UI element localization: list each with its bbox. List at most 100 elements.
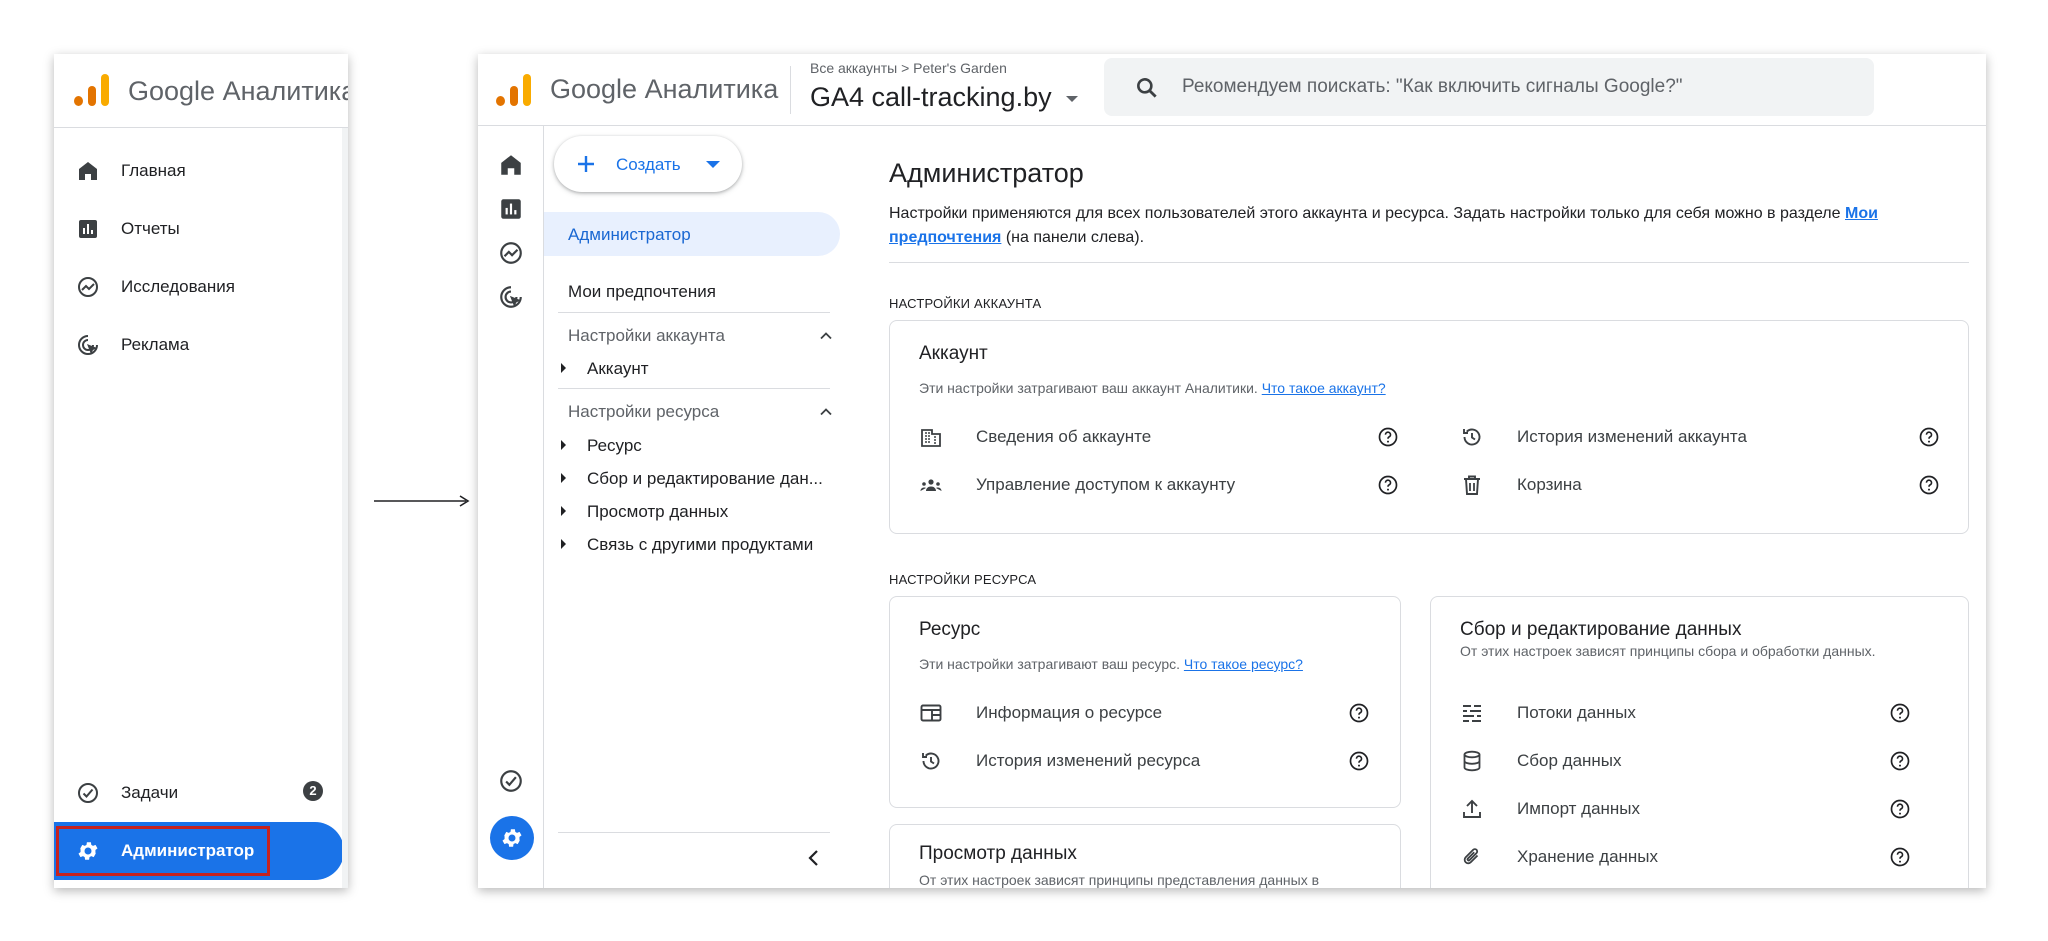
card-title: Ресурс <box>919 619 981 640</box>
card-title: Сбор и редактирование данных <box>1460 619 1742 640</box>
check-circle-icon <box>78 783 98 803</box>
expand-arrow-icon[interactable] <box>561 473 566 483</box>
nav-item-data-display[interactable]: Просмотр данных <box>587 502 728 522</box>
sidebar-item-label: Исследования <box>121 277 235 296</box>
explore-icon[interactable] <box>498 240 524 266</box>
row-label: Сбор данных <box>1517 751 1622 770</box>
help-icon[interactable] <box>1889 846 1911 868</box>
trash-row[interactable]: Корзина <box>1460 465 1940 505</box>
data-import-row[interactable]: Импорт данных <box>1460 789 1950 829</box>
chevron-down-icon[interactable] <box>1066 96 1078 102</box>
header-divider <box>790 66 791 114</box>
nav-section-property[interactable]: Настройки ресурса <box>568 402 719 422</box>
search-bar[interactable]: Рекомендуем поискать: "Как включить сигн… <box>1104 58 1874 116</box>
help-icon[interactable] <box>1348 750 1370 772</box>
row-label: Хранение данных <box>1517 847 1659 866</box>
expand-arrow-icon[interactable] <box>561 363 566 373</box>
create-button-label: Создать <box>616 155 681 174</box>
paperclip-icon <box>1463 848 1479 865</box>
chevron-up-icon[interactable] <box>818 328 834 344</box>
home-icon[interactable] <box>498 152 524 178</box>
trash-icon <box>1464 475 1480 495</box>
chevron-left-icon[interactable] <box>804 848 824 868</box>
analytics-logo-icon <box>74 74 109 106</box>
row-label: Импорт данных <box>1517 799 1641 818</box>
expand-arrow-icon[interactable] <box>561 506 566 516</box>
chevron-up-icon[interactable] <box>818 404 834 420</box>
create-button[interactable]: Создать <box>554 136 742 192</box>
row-label: Сведения об аккаунте <box>976 427 1152 446</box>
card-description: От этих настроек зависят принципы предст… <box>919 872 1320 888</box>
reports-icon <box>79 220 97 238</box>
breadcrumb[interactable]: Все аккаунты > Peter's Garden <box>810 60 1007 76</box>
reports-icon[interactable] <box>498 196 524 222</box>
advertising-icon <box>78 335 98 355</box>
advertising-icon[interactable] <box>498 284 524 310</box>
row-label: Корзина <box>1517 475 1582 494</box>
help-icon[interactable] <box>1377 426 1399 448</box>
property-selector[interactable]: GA4 call-tracking.by <box>810 82 1052 113</box>
gear-icon <box>502 829 522 847</box>
data-collection-card: Сбор и редактирование данных От этих нас… <box>1430 596 1969 888</box>
property-card: Ресурс Эти настройки затрагивают ваш рес… <box>889 596 1401 808</box>
property-info-row[interactable]: Информация о ресурсе <box>919 693 1389 733</box>
help-icon[interactable] <box>1377 474 1399 496</box>
card-description: От этих настроек зависят принципы сбора … <box>1460 643 1876 659</box>
what-is-property-link[interactable]: Что такое ресурс? <box>1184 656 1303 672</box>
intro-suffix: (на панели слева). <box>1005 229 1145 246</box>
nav-item-property[interactable]: Ресурс <box>587 436 642 456</box>
nav-section-account[interactable]: Настройки аккаунта <box>568 326 725 346</box>
sidebar-item-tasks[interactable]: Задачи <box>54 764 344 822</box>
help-icon[interactable] <box>1889 750 1911 772</box>
admin-rail-button[interactable] <box>490 816 534 860</box>
divider <box>889 262 1969 263</box>
nav-item-preferences[interactable]: Мои предпочтения <box>568 282 716 302</box>
nav-rail <box>478 126 544 888</box>
nav-item-product-links[interactable]: Связь с другими продуктами <box>587 535 813 555</box>
check-circle-icon[interactable] <box>498 768 524 794</box>
help-icon[interactable] <box>1889 702 1911 724</box>
caret-down-icon <box>706 161 720 168</box>
expand-arrow-icon[interactable] <box>561 440 566 450</box>
data-collection-row[interactable]: Сбор данных <box>1460 741 1950 781</box>
property-settings-heading: НАСТРОЙКИ РЕСУРСА <box>889 572 1037 587</box>
brand-name: Google Аналитика <box>550 74 779 104</box>
help-icon[interactable] <box>1918 426 1940 448</box>
nav-item-admin[interactable]: Администратор <box>544 212 840 256</box>
property-history-row[interactable]: История изменений ресурса <box>919 741 1389 781</box>
sidebar-item-explore[interactable]: Исследования <box>54 258 344 316</box>
help-icon[interactable] <box>1889 798 1911 820</box>
nav-item-label: Администратор <box>568 225 691 244</box>
building-icon <box>921 429 941 447</box>
what-is-account-link[interactable]: Что такое аккаунт? <box>1262 380 1386 396</box>
people-icon <box>920 479 942 491</box>
sidebar-item-label: Реклама <box>121 335 190 354</box>
analytics-admin-window: Google Аналитика Все аккаунты > Peter's … <box>478 54 1986 888</box>
sidebar-item-advertising[interactable]: Реклама <box>54 316 344 374</box>
data-display-card: Просмотр данных От этих настроек зависят… <box>889 824 1401 888</box>
search-icon <box>1137 78 1157 98</box>
intro-text: Настройки применяются для всех пользоват… <box>889 202 1969 250</box>
card-title: Просмотр данных <box>919 843 1077 864</box>
nav-item-account[interactable]: Аккаунт <box>587 359 649 379</box>
top-app-bar: Google Аналитика Все аккаунты > Peter's … <box>478 54 1986 126</box>
expand-arrow-icon[interactable] <box>561 539 566 549</box>
nav-item-data-collection[interactable]: Сбор и редактирование дан... <box>587 469 823 489</box>
page-title: Администратор <box>889 158 1084 188</box>
highlight-box <box>56 826 270 876</box>
sidebar-item-home[interactable]: Главная <box>54 142 344 200</box>
data-streams-row[interactable]: Потоки данных <box>1460 693 1950 733</box>
nav-divider <box>558 388 830 389</box>
nav-divider <box>558 312 830 313</box>
help-icon[interactable] <box>1348 702 1370 724</box>
account-history-row[interactable]: История изменений аккаунта <box>1460 417 1940 457</box>
help-icon[interactable] <box>1918 474 1940 496</box>
analytics-logo-icon <box>496 74 531 106</box>
streams-icon <box>1463 705 1481 722</box>
data-retention-row[interactable]: Хранение данных <box>1460 837 1950 877</box>
account-details-row[interactable]: Сведения об аккаунте <box>919 417 1398 457</box>
sidebar-item-reports[interactable]: Отчеты <box>54 200 344 258</box>
sidebar-item-label: Главная <box>121 161 186 180</box>
admin-nav: Создать Администратор Мои предпочтения Н… <box>544 126 850 888</box>
account-access-row[interactable]: Управление доступом к аккаунту <box>919 465 1398 505</box>
